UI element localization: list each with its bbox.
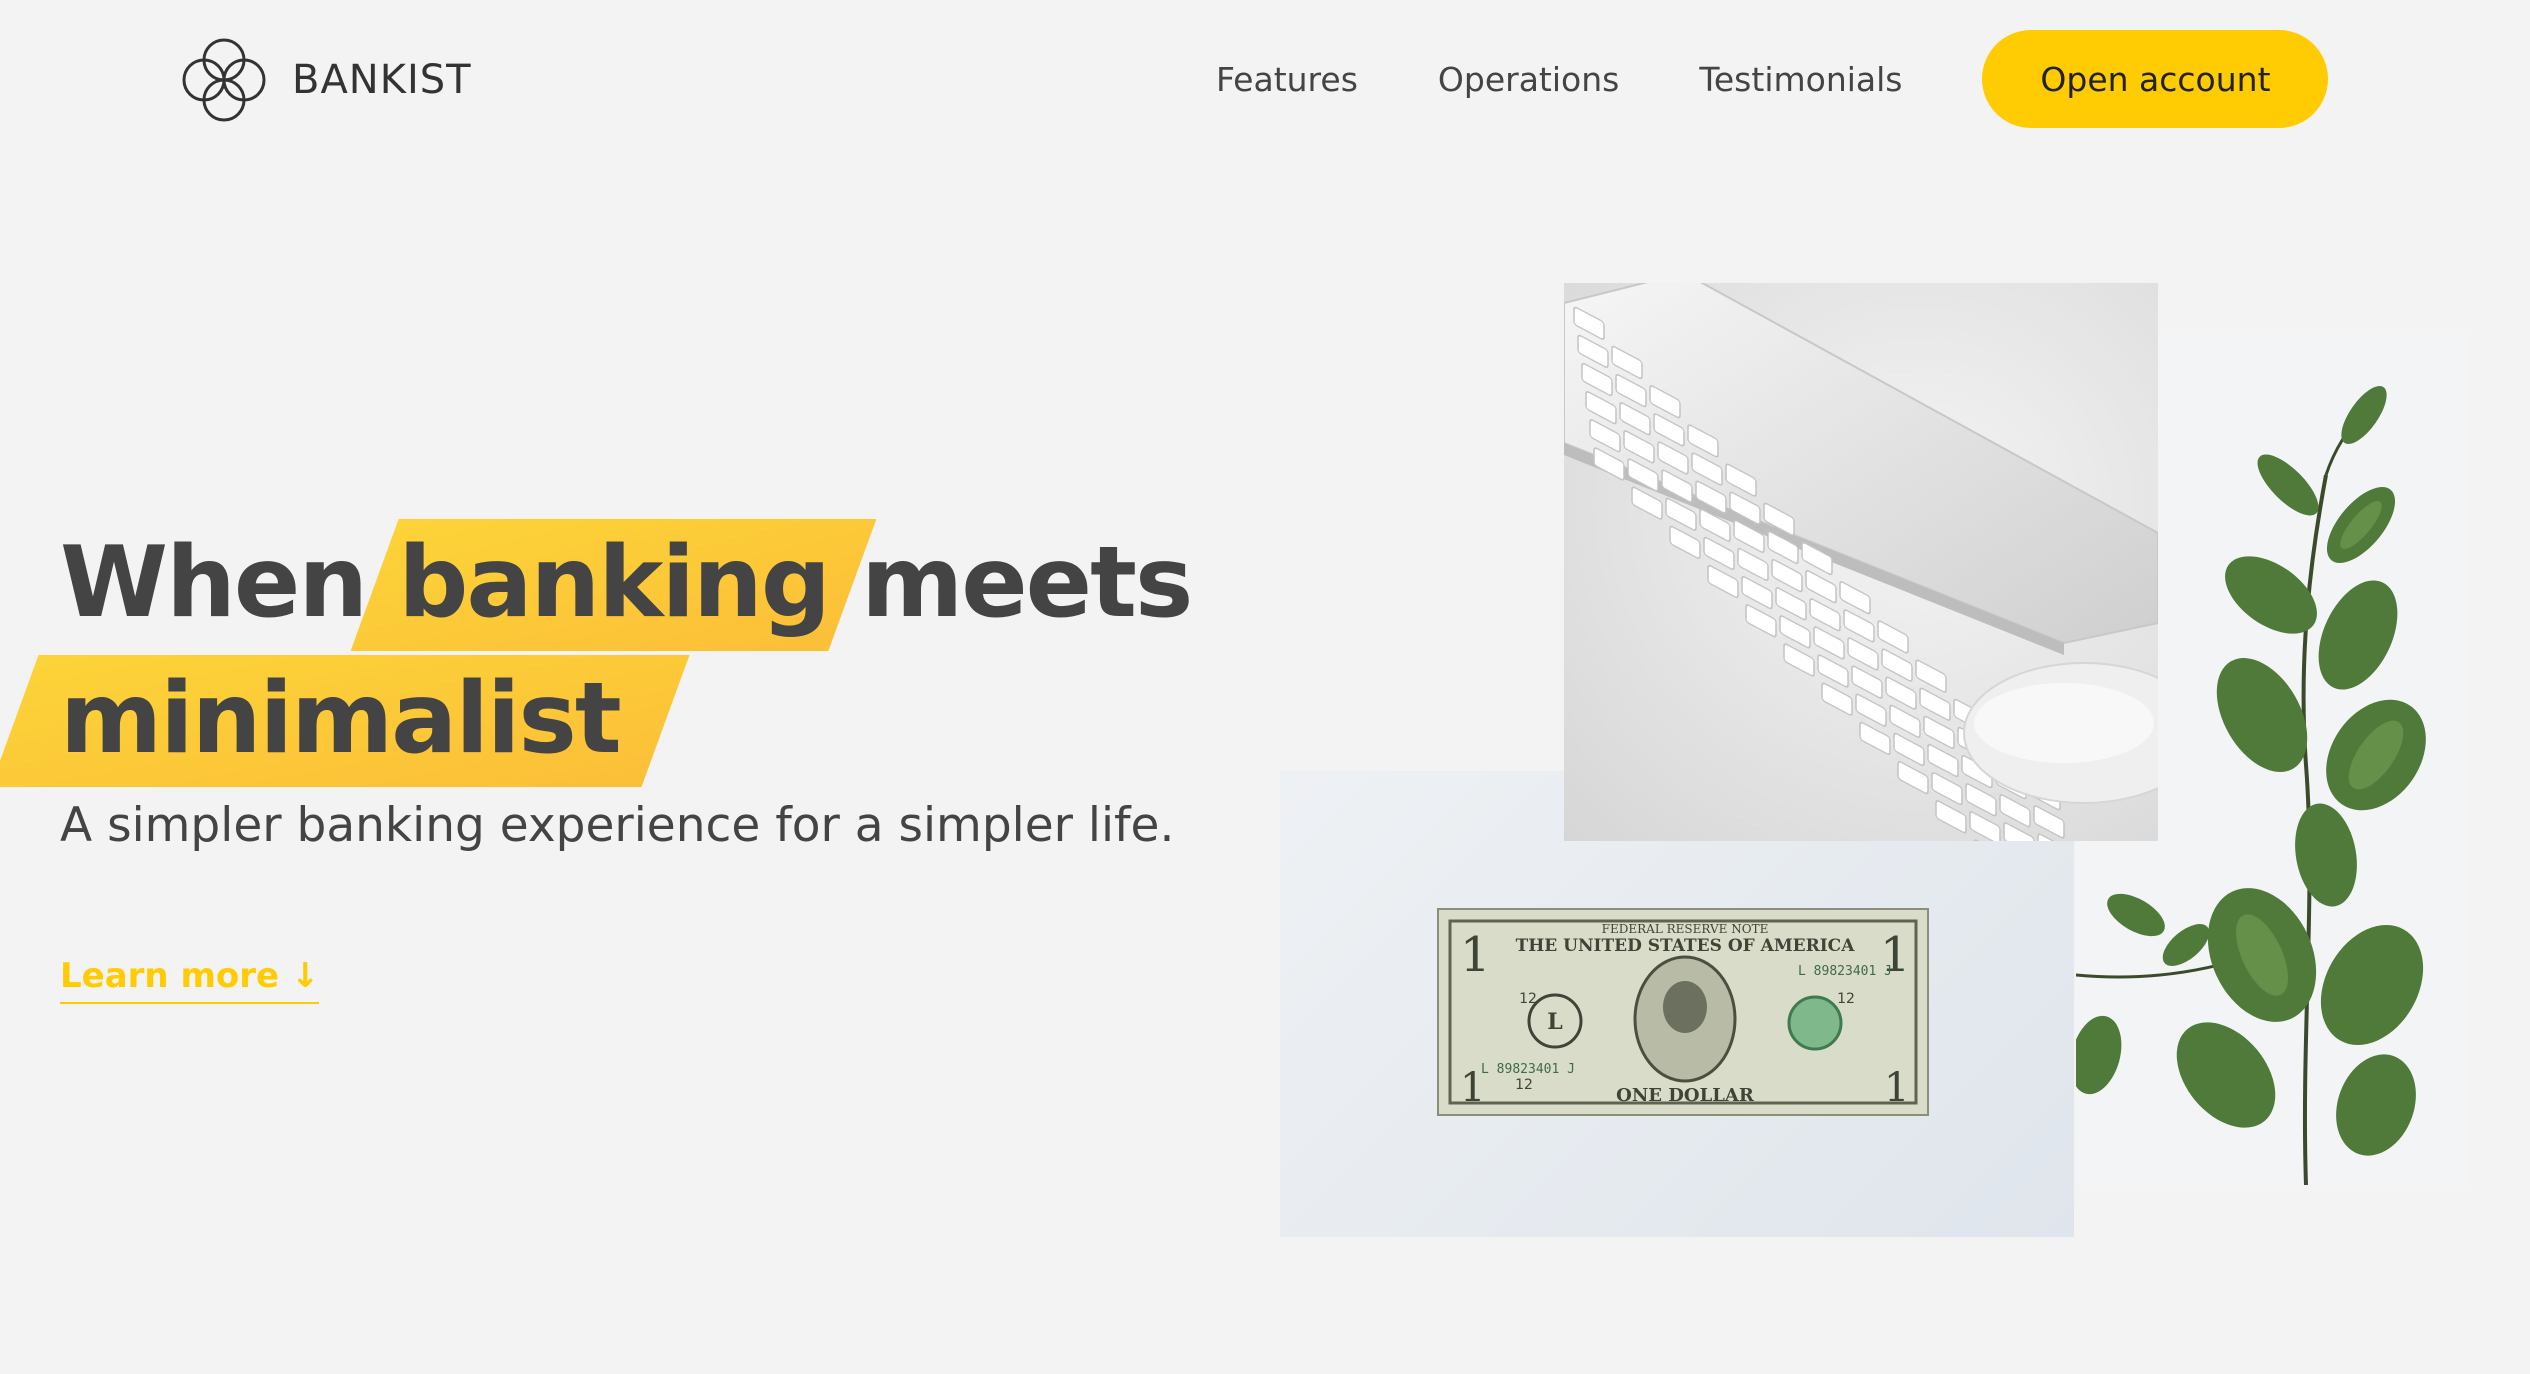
bill-corner-numeral-bottom-right: 1 [1884,1065,1909,1111]
nav-link-operations[interactable]: Operations [1438,60,1619,99]
bill-serial-left: L 89823401 J [1481,1062,1575,1077]
bill-plate-number-left: 12 [1519,991,1537,1007]
bill-country: THE UNITED STATES OF AMERICA [1516,936,1856,956]
page: BANKIST Features Operations Testimonials… [0,0,2530,1374]
keyboard-mouse-illustration [1564,283,2158,841]
bill-plate-number-right: 12 [1837,991,1855,1007]
bill-serial-right: L 89823401 J [1798,964,1892,979]
nav-links: Features Operations Testimonials Open ac… [1216,30,2329,128]
logo-text: BANKIST [292,57,472,103]
top-navigation: BANKIST Features Operations Testimonials… [0,0,2530,160]
bill-seal-letter: L [1547,1009,1562,1035]
bill-corner-numeral-top-left: 1 [1460,927,1491,983]
hero-title-line-2: minimalist [60,651,1191,787]
nav-link-features[interactable]: Features [1216,60,1358,99]
nav-link-testimonials[interactable]: Testimonials [1699,60,1902,99]
bill-denomination: ONE DOLLAR [1616,1085,1755,1106]
logo[interactable]: BANKIST [178,34,472,126]
keyboard-image [1564,283,2158,841]
hero-highlight-minimalist: minimalist [60,651,622,787]
open-account-button[interactable]: Open account [1982,30,2329,128]
hero-image-collage: 1 1 1 1 FEDERAL RESERVE NOTE THE UNITED … [1280,283,2470,1243]
bill-plate-number-bottom: 12 [1515,1077,1533,1093]
hero-highlight-banking: banking [398,515,831,651]
interlocking-circles-icon [182,38,266,122]
bill-top-banner: FEDERAL RESERVE NOTE [1602,922,1769,936]
hero-title-line-1: When banking meets [60,515,1193,651]
learn-more-button[interactable]: Learn more ↓ [60,956,320,1004]
hero-title: When banking meets minimalist [60,515,1193,787]
hero-subtitle: A simpler banking experience for a simpl… [60,798,1175,853]
hero-title-word-when: When [60,526,368,640]
hero-title-word-meets: meets [861,526,1193,640]
